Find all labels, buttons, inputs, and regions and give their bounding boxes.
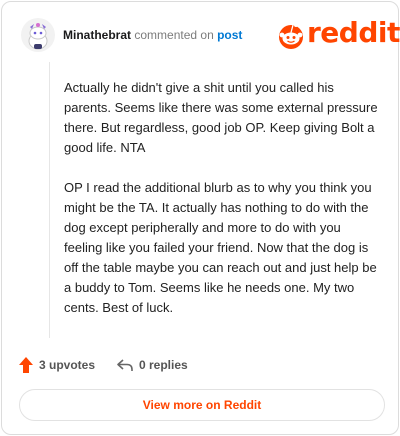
snoo-avatar-icon xyxy=(21,18,55,52)
upvote-arrow-icon xyxy=(19,357,33,373)
upvote-count: 3 upvotes xyxy=(39,358,96,372)
view-more-on-reddit-button[interactable]: View more on Reddit xyxy=(19,389,385,421)
reddit-comment-embed-card: Minathebrat commented on post reddit Act… xyxy=(1,1,400,435)
upvote-button[interactable]: 3 upvotes xyxy=(19,354,95,376)
reddit-logo[interactable]: reddit xyxy=(277,17,400,50)
comment-header: Minathebrat commented on post reddit xyxy=(21,16,400,56)
reddit-snoo-icon xyxy=(279,23,303,49)
comment-paragraph: Actually he didn't give a shit until you… xyxy=(64,80,378,155)
username-link[interactable]: Minathebrat xyxy=(63,28,131,42)
reply-count: 0 replies xyxy=(139,358,188,372)
user-avatar[interactable] xyxy=(21,18,55,52)
commented-on-text: commented on xyxy=(134,28,214,42)
post-link[interactable]: post xyxy=(217,28,242,42)
comment-paragraph: OP I read the additional blurb as to why… xyxy=(64,180,377,315)
reply-arrow-icon xyxy=(117,359,133,371)
comment-body: Actually he didn't give a shit until you… xyxy=(49,62,385,338)
view-more-label: View more on Reddit xyxy=(142,398,262,412)
comment-actions: 3 upvotes 0 replies xyxy=(19,354,379,376)
reddit-wordmark: reddit xyxy=(307,16,400,49)
reply-button[interactable]: 0 replies xyxy=(117,354,188,376)
comment-byline: Minathebrat commented on post xyxy=(63,28,242,42)
